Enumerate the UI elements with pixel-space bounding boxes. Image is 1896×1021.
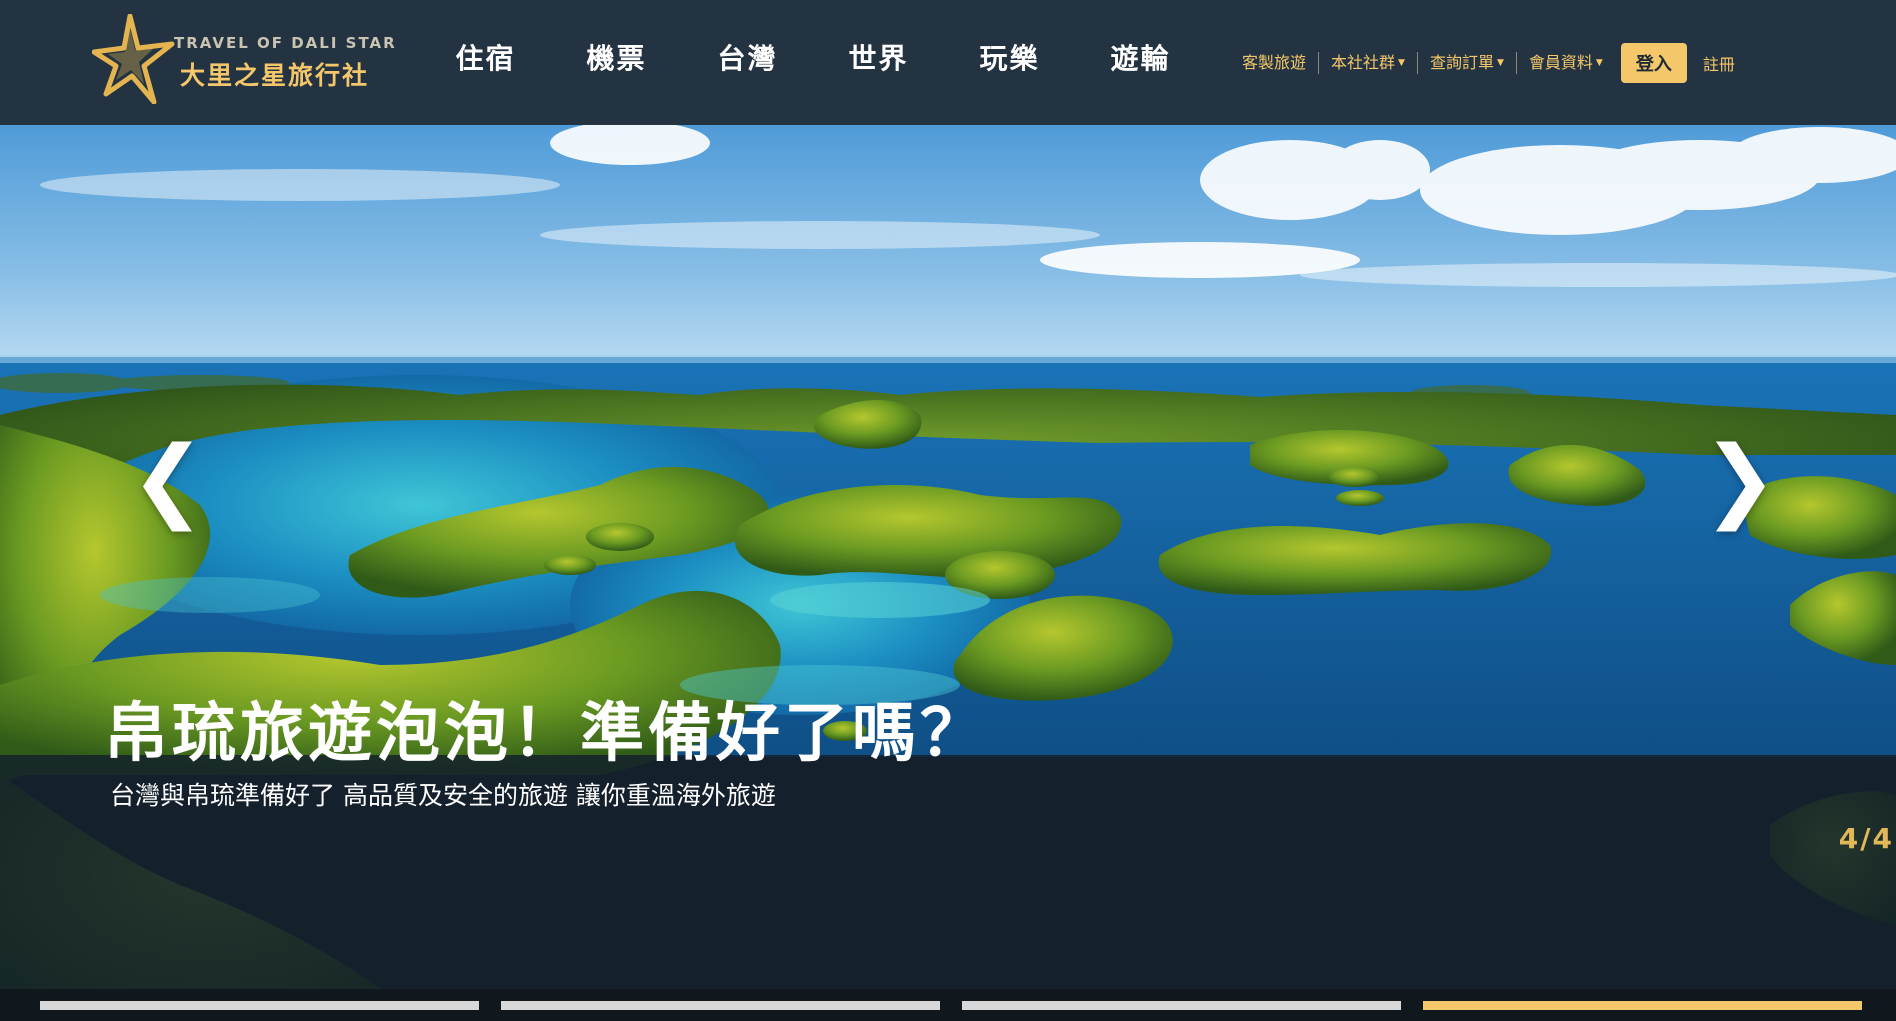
member-label: 會員資料 [1528,53,1593,72]
hero-slider: ❮ ❯ [0,125,1896,1021]
slide-indicator-1[interactable] [40,1001,479,1010]
nav-item-accommodation[interactable]: 住宿 [420,34,551,84]
orders-dropdown[interactable]: 查詢訂單 ▼ [1418,52,1517,74]
slide-indicator-3[interactable] [962,1001,1401,1010]
orders-label: 查詢訂單 [1429,53,1494,72]
main-nav: 住宿 機票 台灣 世界 玩樂 遊輪 [420,34,1206,84]
utility-nav: 客製旅遊 本社社群 ▼ 查詢訂單 ▼ 會員資料 ▼ 登入 註冊 [1230,42,1735,84]
chevron-left-icon[interactable]: ❮ [128,425,208,535]
member-dropdown[interactable]: 會員資料 ▼ [1517,52,1615,74]
custom-tour-label: 客製旅遊 [1242,53,1307,72]
community-dropdown[interactable]: 本社社群 ▼ [1319,52,1418,74]
caret-down-icon: ▼ [1398,58,1405,68]
brand-name-en: TRAVEL OF DALI STAR [174,34,397,52]
nav-item-cruise[interactable]: 遊輪 [1075,34,1206,84]
community-label: 本社社群 [1331,53,1396,72]
chevron-right-icon[interactable]: ❯ [1700,425,1780,535]
nav-item-taiwan[interactable]: 台灣 [682,34,813,84]
nav-item-fun[interactable]: 玩樂 [944,34,1075,84]
login-button[interactable]: 登入 [1620,43,1687,83]
custom-tour-link[interactable]: 客製旅遊 [1230,52,1320,74]
nav-item-flights[interactable]: 機票 [551,34,682,84]
hero-subtitle: 台灣與帛琉準備好了 高品質及安全的旅遊 讓你重溫海外旅遊 [110,781,776,810]
caret-down-icon: ▼ [1496,58,1504,68]
brand-logo[interactable]: TRAVEL OF DALI STAR 大里之星旅行社 [92,14,395,104]
slide-indicator-2[interactable] [501,1001,940,1010]
slide-indicator-4[interactable] [1423,1001,1862,1010]
brand-name-zh: 大里之星旅行社 [180,61,370,90]
caret-down-icon: ▼ [1595,58,1603,68]
star-logo-icon [92,14,175,104]
site-header: TRAVEL OF DALI STAR 大里之星旅行社 住宿 機票 台灣 世界 … [0,0,1896,125]
slide-counter: 4/4 [1838,822,1894,855]
nav-item-world[interactable]: 世界 [813,34,944,84]
hero-title: 帛琉旅遊泡泡！準備好了嗎？ [104,697,988,771]
register-link[interactable]: 註冊 [1703,51,1735,75]
